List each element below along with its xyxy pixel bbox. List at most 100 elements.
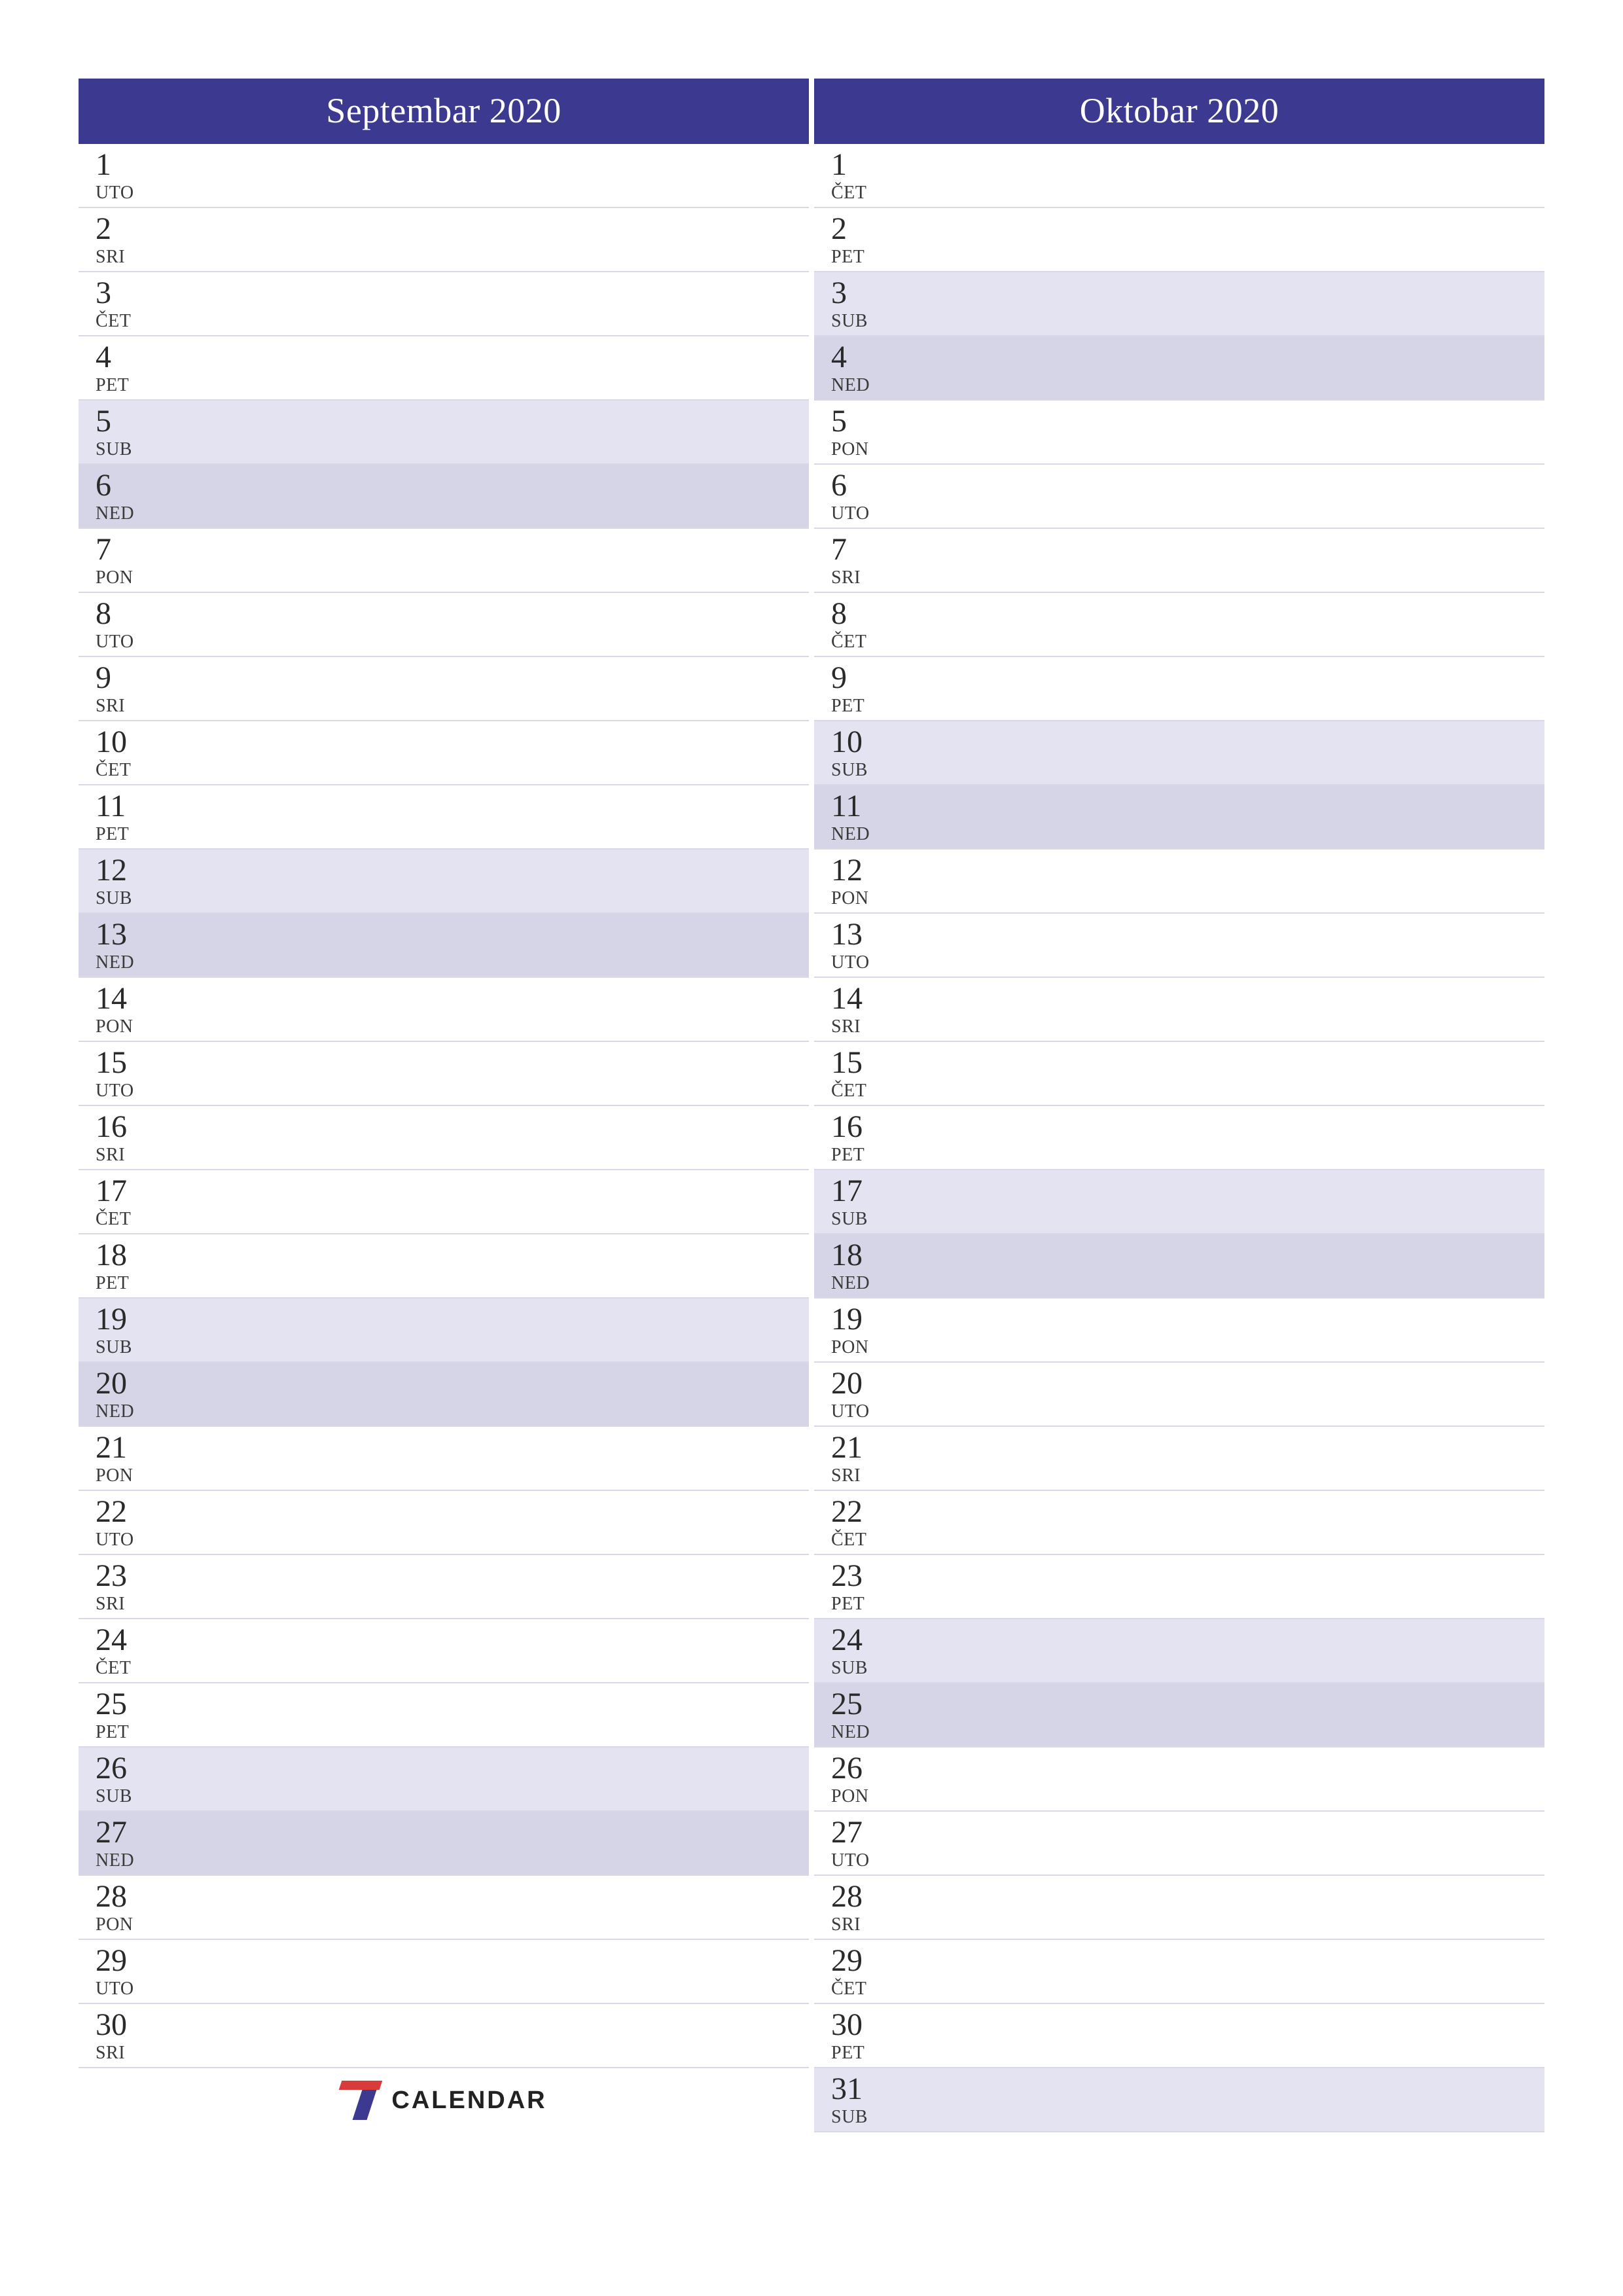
day-row: 24SUB — [814, 1619, 1544, 1683]
day-number: 22 — [96, 1496, 809, 1528]
day-abbr: PON — [831, 1786, 1544, 1807]
day-abbr: NED — [831, 824, 1544, 845]
day-abbr: UTO — [96, 1081, 809, 1102]
seven-icon — [340, 2081, 382, 2120]
brand-logo: CALENDAR — [79, 2068, 809, 2132]
day-abbr: UTO — [831, 503, 1544, 524]
day-abbr: PET — [831, 696, 1544, 717]
day-row: 22UTO — [79, 1491, 809, 1555]
day-number: 14 — [831, 982, 1544, 1015]
day-number: 31 — [831, 2073, 1544, 2106]
day-abbr: NED — [96, 503, 809, 524]
day-number: 11 — [96, 790, 809, 823]
day-number: 20 — [831, 1367, 1544, 1400]
day-number: 29 — [96, 1945, 809, 1977]
day-abbr: SUB — [96, 1337, 809, 1358]
day-number: 7 — [96, 533, 809, 566]
day-abbr: SRI — [96, 2043, 809, 2064]
day-row: 20UTO — [814, 1363, 1544, 1427]
day-row: 11NED — [814, 785, 1544, 850]
month-header: Septembar 2020 — [79, 79, 809, 144]
day-row: 25NED — [814, 1683, 1544, 1748]
day-abbr: PON — [831, 888, 1544, 909]
day-number: 10 — [96, 726, 809, 759]
day-row: 2PET — [814, 208, 1544, 272]
day-abbr: NED — [831, 1722, 1544, 1743]
day-row: 29UTO — [79, 1940, 809, 2004]
day-row: 12SUB — [79, 850, 809, 914]
day-row: 10SUB — [814, 721, 1544, 785]
day-number: 16 — [96, 1111, 809, 1143]
day-row: 22ČET — [814, 1491, 1544, 1555]
day-number: 19 — [831, 1303, 1544, 1336]
day-row: 24ČET — [79, 1619, 809, 1683]
day-abbr: UTO — [96, 1979, 809, 2000]
day-number: 21 — [831, 1431, 1544, 1464]
day-row: 18PET — [79, 1234, 809, 1299]
day-abbr: ČET — [831, 1530, 1544, 1551]
day-number: 10 — [831, 726, 1544, 759]
day-row: 8UTO — [79, 593, 809, 657]
day-abbr: SRI — [831, 1914, 1544, 1935]
day-number: 1 — [831, 149, 1544, 181]
day-number: 8 — [96, 598, 809, 630]
day-number: 8 — [831, 598, 1544, 630]
day-number: 19 — [96, 1303, 809, 1336]
day-number: 28 — [831, 1880, 1544, 1913]
day-number: 15 — [831, 1047, 1544, 1079]
day-row: 1UTO — [79, 144, 809, 208]
day-row: 28SRI — [814, 1876, 1544, 1940]
day-abbr: ČET — [96, 760, 809, 781]
day-row: 4PET — [79, 336, 809, 401]
day-number: 20 — [96, 1367, 809, 1400]
day-row: 27NED — [79, 1812, 809, 1876]
day-row: 5SUB — [79, 401, 809, 465]
day-row: 21SRI — [814, 1427, 1544, 1491]
day-number: 5 — [96, 405, 809, 438]
day-row: 31SUB — [814, 2068, 1544, 2132]
day-number: 28 — [96, 1880, 809, 1913]
day-number: 6 — [831, 469, 1544, 502]
day-row: 17ČET — [79, 1170, 809, 1234]
day-row: 15ČET — [814, 1042, 1544, 1106]
day-abbr: ČET — [831, 632, 1544, 653]
day-row: 6NED — [79, 465, 809, 529]
day-abbr: SRI — [96, 247, 809, 268]
day-row: 10ČET — [79, 721, 809, 785]
day-row: 26SUB — [79, 1748, 809, 1812]
day-abbr: SUB — [831, 760, 1544, 781]
day-row: 27UTO — [814, 1812, 1544, 1876]
day-row: 5PON — [814, 401, 1544, 465]
day-number: 4 — [831, 341, 1544, 374]
day-row: 17SUB — [814, 1170, 1544, 1234]
day-number: 30 — [96, 2009, 809, 2041]
day-row: 13NED — [79, 914, 809, 978]
day-number: 9 — [96, 662, 809, 694]
day-row: 19PON — [814, 1299, 1544, 1363]
day-row: 30SRI — [79, 2004, 809, 2068]
day-abbr: SUB — [831, 1658, 1544, 1679]
day-number: 27 — [831, 1816, 1544, 1849]
day-row: 1ČET — [814, 144, 1544, 208]
day-number: 16 — [831, 1111, 1544, 1143]
day-row: 30PET — [814, 2004, 1544, 2068]
day-number: 7 — [831, 533, 1544, 566]
day-number: 12 — [96, 854, 809, 887]
day-number: 29 — [831, 1945, 1544, 1977]
day-row: 6UTO — [814, 465, 1544, 529]
day-abbr: SRI — [831, 1016, 1544, 1037]
day-row: 4NED — [814, 336, 1544, 401]
day-number: 3 — [96, 277, 809, 310]
day-abbr: PON — [831, 439, 1544, 460]
day-row: 16SRI — [79, 1106, 809, 1170]
day-abbr: UTO — [831, 952, 1544, 973]
day-abbr: SRI — [96, 1594, 809, 1615]
day-abbr: UTO — [96, 1530, 809, 1551]
day-number: 6 — [96, 469, 809, 502]
day-number: 17 — [96, 1175, 809, 1208]
day-abbr: UTO — [831, 1850, 1544, 1871]
day-number: 11 — [831, 790, 1544, 823]
month-header: Oktobar 2020 — [814, 79, 1544, 144]
day-abbr: SUB — [96, 439, 809, 460]
day-abbr: NED — [831, 375, 1544, 396]
